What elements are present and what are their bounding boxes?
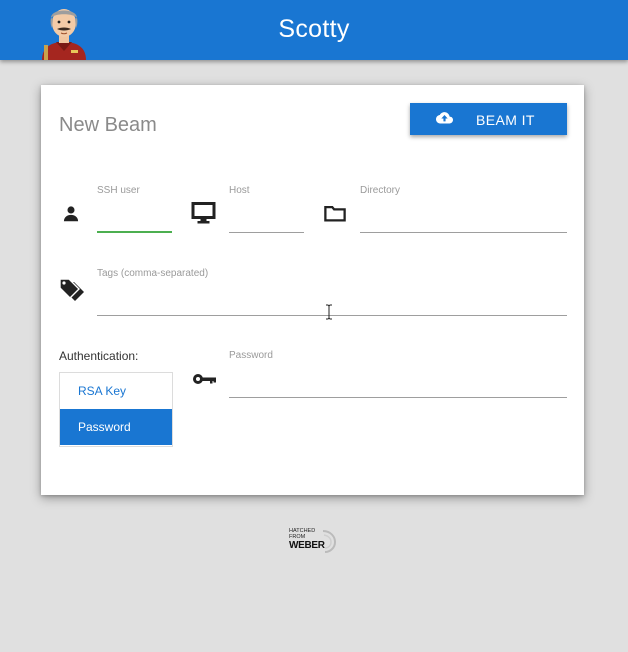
auth-method-list: RSA Key Password — [59, 372, 173, 447]
new-beam-card: New Beam BEAM IT SSH user Host Directory — [41, 85, 584, 495]
password-field: Password — [229, 350, 567, 398]
host-input[interactable] — [229, 211, 304, 233]
folder-icon — [324, 205, 346, 222]
key-icon — [193, 374, 216, 384]
egg-swirl-icon — [322, 530, 336, 553]
text-cursor-icon — [326, 304, 332, 320]
tags-label: Tags (comma-separated) — [97, 268, 209, 279]
card-title: New Beam — [59, 114, 157, 136]
directory-field: Directory — [360, 185, 567, 233]
app-title: Scotty — [278, 15, 350, 43]
hatched-from-weber-logo: HATCHED FROM WEBER — [288, 527, 338, 555]
monitor-icon — [191, 202, 216, 224]
auth-option-rsa-key[interactable]: RSA Key — [60, 373, 172, 409]
ssh-user-field: SSH user — [97, 185, 172, 233]
beam-it-label: BEAM IT — [476, 112, 535, 128]
app-bar: Scotty — [0, 0, 628, 60]
directory-label: Directory — [360, 185, 401, 196]
ssh-user-input[interactable] — [97, 211, 172, 233]
auth-option-password[interactable]: Password — [60, 409, 172, 445]
cloud-upload-icon — [436, 112, 453, 124]
host-field: Host — [229, 185, 304, 233]
host-label: Host — [229, 185, 250, 196]
password-label: Password — [229, 350, 273, 361]
person-icon — [63, 206, 79, 222]
tags-icon — [59, 278, 84, 301]
directory-input[interactable] — [360, 211, 567, 233]
ssh-user-label: SSH user — [97, 185, 140, 196]
authentication-label: Authentication: — [59, 349, 139, 363]
beam-it-button[interactable]: BEAM IT — [410, 103, 567, 135]
password-input[interactable] — [229, 376, 567, 398]
